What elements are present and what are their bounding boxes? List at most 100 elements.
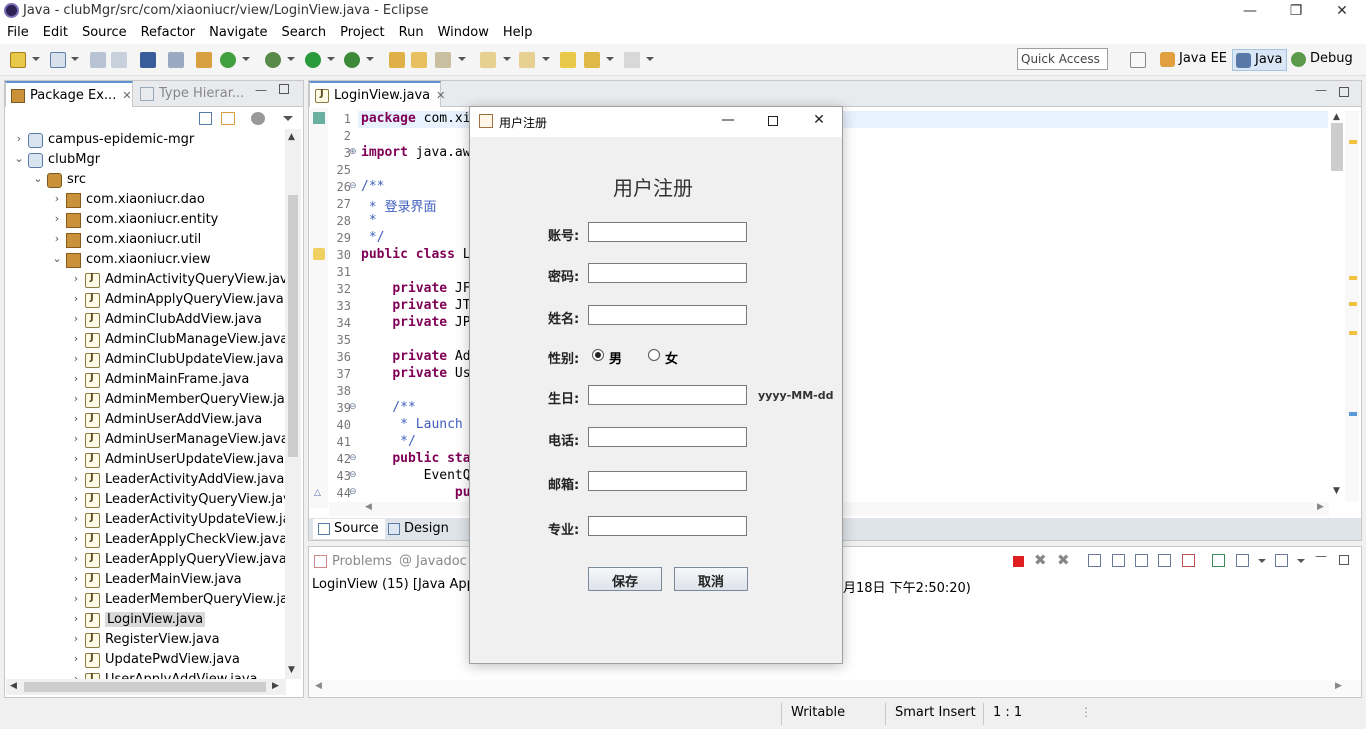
forward-dropdown-icon[interactable] <box>646 57 654 61</box>
collapsed-chevron-icon[interactable]: › <box>70 652 82 665</box>
collapsed-chevron-icon[interactable]: › <box>70 372 82 385</box>
tree-item[interactable]: › AdminClubManageView.java <box>6 330 286 350</box>
code-line[interactable]: /** <box>361 179 384 194</box>
tree-item[interactable]: › LeaderApplyCheckView.java <box>6 530 286 550</box>
password-field[interactable] <box>588 263 747 283</box>
minimize-view-icon[interactable]: — <box>255 83 267 97</box>
next-annotation-icon[interactable] <box>480 52 496 68</box>
collapsed-chevron-icon[interactable]: › <box>51 232 63 245</box>
dialog-maximize-button[interactable] <box>758 112 788 132</box>
tree-item[interactable]: › AdminUserManageView.java <box>6 430 286 450</box>
collapsed-chevron-icon[interactable]: › <box>70 352 82 365</box>
collapsed-chevron-icon[interactable]: › <box>70 452 82 465</box>
tree-item[interactable]: › com.xiaoniucr.dao <box>6 190 286 210</box>
open-console-dropdown-icon[interactable] <box>1297 559 1305 563</box>
tree-item[interactable]: › com.xiaoniucr.util <box>6 230 286 250</box>
debug-icon[interactable] <box>265 52 281 68</box>
account-field[interactable] <box>588 222 747 242</box>
tree-vertical-scrollbar[interactable]: ▲ ▼ <box>285 129 301 679</box>
menu-run[interactable]: Run <box>392 22 431 40</box>
console-scroll-right-icon[interactable]: ▶ <box>1335 681 1342 691</box>
minimize-button[interactable]: — <box>1227 0 1273 22</box>
collapsed-chevron-icon[interactable]: › <box>70 392 82 405</box>
new-dropdown-icon[interactable] <box>32 57 40 61</box>
dialog-close-button[interactable]: ✕ <box>804 112 834 132</box>
menu-search[interactable]: Search <box>274 22 333 40</box>
scroll-left-icon[interactable]: ◀ <box>10 681 17 691</box>
prev-annotation-dropdown-icon[interactable] <box>542 57 550 61</box>
menu-refactor[interactable]: Refactor <box>134 22 203 40</box>
refresh-icon[interactable] <box>220 52 236 68</box>
open-type-icon[interactable] <box>389 52 405 68</box>
tree-item[interactable]: › AdminUserAddView.java <box>6 410 286 430</box>
code-line[interactable]: */ <box>361 230 385 245</box>
birthday-field[interactable] <box>588 385 747 405</box>
display-console-icon[interactable] <box>1236 554 1249 567</box>
code-line[interactable]: private JP <box>361 315 470 330</box>
quick-access-input[interactable]: Quick Access <box>1017 48 1108 70</box>
console-scroll-left-icon[interactable]: ◀ <box>315 681 322 691</box>
skip-breakpoints-icon[interactable] <box>168 52 184 68</box>
tab-package-explorer[interactable]: Package Ex... ✕ <box>5 81 133 107</box>
tree-item[interactable]: › LeaderActivityQueryView.java <box>6 490 286 510</box>
tree-item[interactable]: › LeaderApplyQueryView.java <box>6 550 286 570</box>
pin-console-icon[interactable] <box>1212 554 1225 567</box>
collapsed-chevron-icon[interactable]: › <box>70 492 82 505</box>
tree-item[interactable]: › RegisterView.java <box>6 630 286 650</box>
collapsed-chevron-icon[interactable]: › <box>51 192 63 205</box>
gender-female-radio[interactable] <box>648 349 660 361</box>
tab-problems[interactable]: Problems <box>314 554 392 569</box>
tree-hscroll-thumb[interactable] <box>24 682 266 692</box>
tab-loginview-java[interactable]: LoginView.java✕ <box>309 81 445 107</box>
collapsed-chevron-icon[interactable]: › <box>70 632 82 645</box>
gender-female-label[interactable]: 女 <box>665 348 678 367</box>
tree-item[interactable]: › AdminUserUpdateView.java <box>6 450 286 470</box>
open-perspective-icon[interactable] <box>1130 52 1146 68</box>
new-project-icon[interactable] <box>50 52 66 68</box>
editor-scroll-down-icon[interactable]: ▼ <box>1333 486 1340 496</box>
tree-item[interactable]: › LeaderMemberQueryView.java <box>6 590 286 610</box>
tree-item[interactable]: › AdminClubAddView.java <box>6 310 286 330</box>
fold-toggle-icon[interactable]: ⊖ <box>349 470 357 480</box>
tab-javadoc[interactable]: @ Javadoc <box>399 553 467 569</box>
expanded-chevron-icon[interactable]: ⌄ <box>51 252 63 265</box>
run-external-icon[interactable] <box>344 52 360 68</box>
cancel-button[interactable]: 取消 <box>674 567 748 591</box>
run-icon[interactable] <box>305 52 321 68</box>
menu-navigate[interactable]: Navigate <box>202 22 274 40</box>
collapsed-chevron-icon[interactable]: › <box>70 432 82 445</box>
perspective-java-ee[interactable]: Java EE <box>1157 49 1231 71</box>
tree-item[interactable]: › LeaderActivityAddView.java <box>6 470 286 490</box>
console-icon[interactable] <box>140 52 156 68</box>
scroll-right-icon[interactable]: ▶ <box>272 681 279 691</box>
console-hscrollbar[interactable] <box>309 680 1361 696</box>
menu-edit[interactable]: Edit <box>36 22 75 40</box>
maximize-console-icon[interactable] <box>1339 555 1349 565</box>
save-icon[interactable] <box>90 52 106 68</box>
code-line[interactable]: pu <box>361 485 471 500</box>
editor-scroll-left-icon[interactable]: ◀ <box>365 502 372 512</box>
scroll-up-icon[interactable]: ▲ <box>288 132 295 142</box>
project-dropdown-icon[interactable] <box>71 57 79 61</box>
scroll-down-icon[interactable]: ▼ <box>288 665 295 675</box>
word-wrap-icon[interactable] <box>1135 554 1148 567</box>
major-field[interactable] <box>588 516 747 536</box>
close-button[interactable]: ✕ <box>1319 0 1365 22</box>
close-icon[interactable]: ✕ <box>122 89 131 102</box>
expanded-chevron-icon[interactable]: ⌄ <box>13 152 25 165</box>
code-line[interactable]: private Ad <box>361 349 470 364</box>
remove-launch-icon[interactable]: ✖ <box>1034 551 1047 569</box>
refresh-dropdown-icon[interactable] <box>242 57 250 61</box>
prev-annotation-icon[interactable] <box>519 52 535 68</box>
collapsed-chevron-icon[interactable]: › <box>70 672 82 679</box>
code-line[interactable]: package com.xi <box>361 111 471 126</box>
collapsed-chevron-icon[interactable]: › <box>70 512 82 525</box>
collapsed-chevron-icon[interactable]: › <box>70 592 82 605</box>
scroll-lock-icon[interactable] <box>1112 554 1125 567</box>
open-folder-icon[interactable] <box>411 52 427 68</box>
tree-item[interactable]: › AdminMemberQueryView.java <box>6 390 286 410</box>
tree-item[interactable]: ⌄ com.xiaoniucr.view <box>6 250 286 270</box>
collapsed-chevron-icon[interactable]: › <box>70 552 82 565</box>
perspective-java[interactable]: Java <box>1232 49 1288 71</box>
menu-window[interactable]: Window <box>431 22 496 40</box>
